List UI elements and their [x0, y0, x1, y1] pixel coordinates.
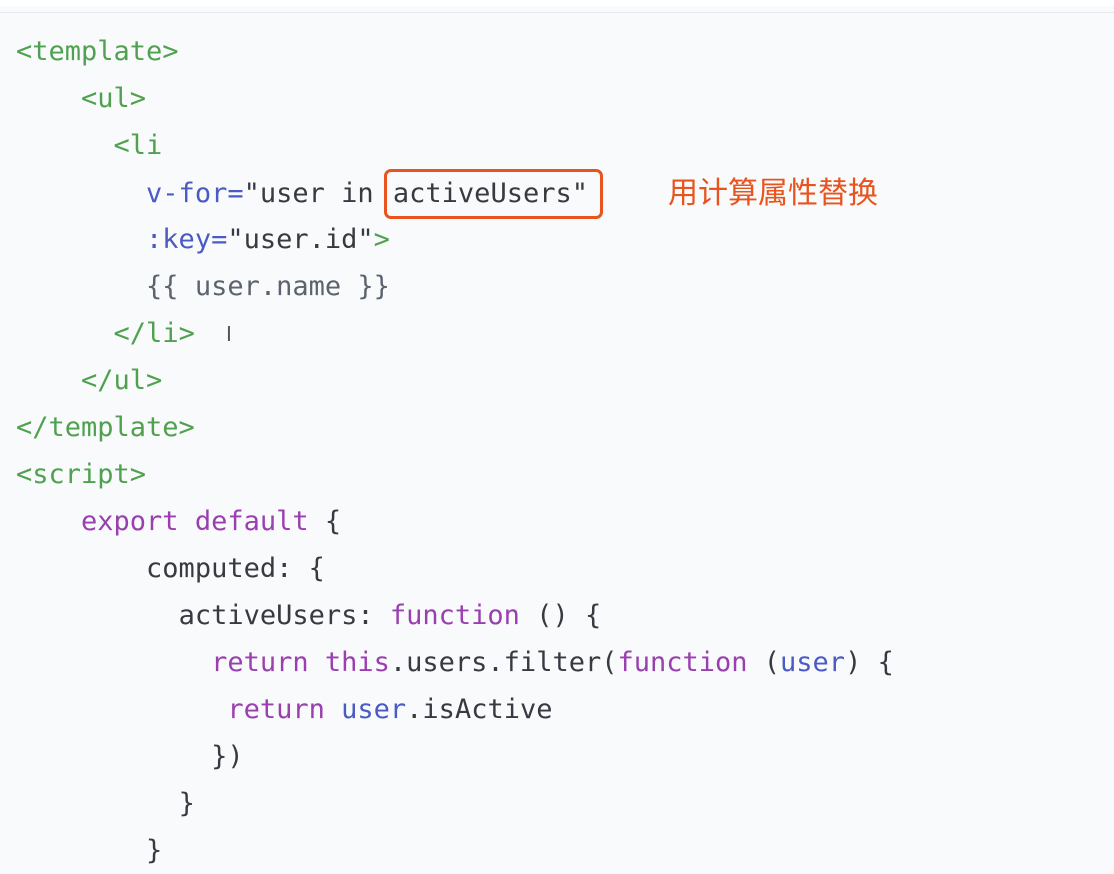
key-value: "user.id" — [227, 224, 374, 255]
ul-open-tag: <ul> — [81, 83, 147, 114]
text-cursor-icon: I — [226, 322, 232, 346]
v-for-attr: v-for= — [146, 178, 244, 209]
code-line-1: <template> — [16, 28, 894, 75]
user-var: user — [341, 694, 407, 725]
close-filter: }) — [211, 741, 244, 772]
annotation-label: 用计算属性替换 — [668, 176, 878, 211]
close-fn: } — [178, 788, 195, 819]
code-line-16: }) — [16, 733, 894, 780]
function-keyword: function — [617, 647, 748, 678]
return-keyword: return this — [211, 647, 390, 678]
code-line-11: export default { — [16, 498, 894, 545]
computed-key: computed: { — [146, 553, 325, 584]
code-line-10: <script> — [16, 451, 894, 498]
is-active-prop: .isActive — [406, 694, 553, 725]
code-line-12: computed: { — [16, 545, 894, 592]
user-param: user — [780, 647, 846, 678]
highlight-box: activeUsers" — [383, 169, 603, 219]
code-line-9: </template> — [16, 404, 894, 451]
script-open-tag: <script> — [16, 459, 147, 490]
code-block: <template> <ul> <li v-for="user in activ… — [16, 28, 894, 874]
code-line-14: return this.users.filter(function (user)… — [16, 639, 894, 686]
code-line-15: return user.isActive — [16, 686, 894, 733]
close-computed: } — [146, 835, 163, 866]
code-line-2: <ul> — [16, 75, 894, 122]
fn-parens: () { — [519, 600, 602, 631]
code-line-13: activeUsers: function () { — [16, 592, 894, 639]
interpolation: {{ user.name }} — [146, 271, 390, 302]
paren-close: ) { — [845, 647, 894, 678]
code-line-3: <li — [16, 122, 894, 169]
li-close-bracket: > — [373, 224, 390, 255]
top-divider — [0, 12, 1114, 13]
export-keyword: export default — [81, 506, 309, 537]
paren-open: ( — [747, 647, 781, 678]
code-block-container: <template> <ul> <li v-for="user in activ… — [0, 0, 1114, 874]
key-attr: :key= — [146, 224, 228, 255]
li-close-tag: </li> — [113, 318, 195, 349]
v-for-value: "user in — [243, 178, 390, 209]
template-close-tag: </template> — [16, 412, 195, 443]
active-users-key: activeUsers: — [178, 600, 390, 631]
function-keyword: function — [389, 600, 520, 631]
code-line-6: {{ user.name }} — [16, 263, 894, 310]
template-open-tag: <template> — [16, 36, 179, 67]
code-line-17: } — [16, 780, 894, 827]
brace-open: { — [308, 506, 342, 537]
code-line-8: </ul> — [16, 357, 894, 404]
return-keyword: return — [227, 694, 325, 725]
highlighted-expression: activeUsers" — [392, 178, 588, 209]
li-open-tag: <li — [113, 130, 163, 161]
filter-call: .users.filter( — [389, 647, 618, 678]
ul-close-tag: </ul> — [81, 365, 163, 396]
code-line-5: :key="user.id"> — [16, 216, 894, 263]
code-line-18: } — [16, 827, 894, 874]
code-line-7: </li> — [16, 310, 894, 357]
